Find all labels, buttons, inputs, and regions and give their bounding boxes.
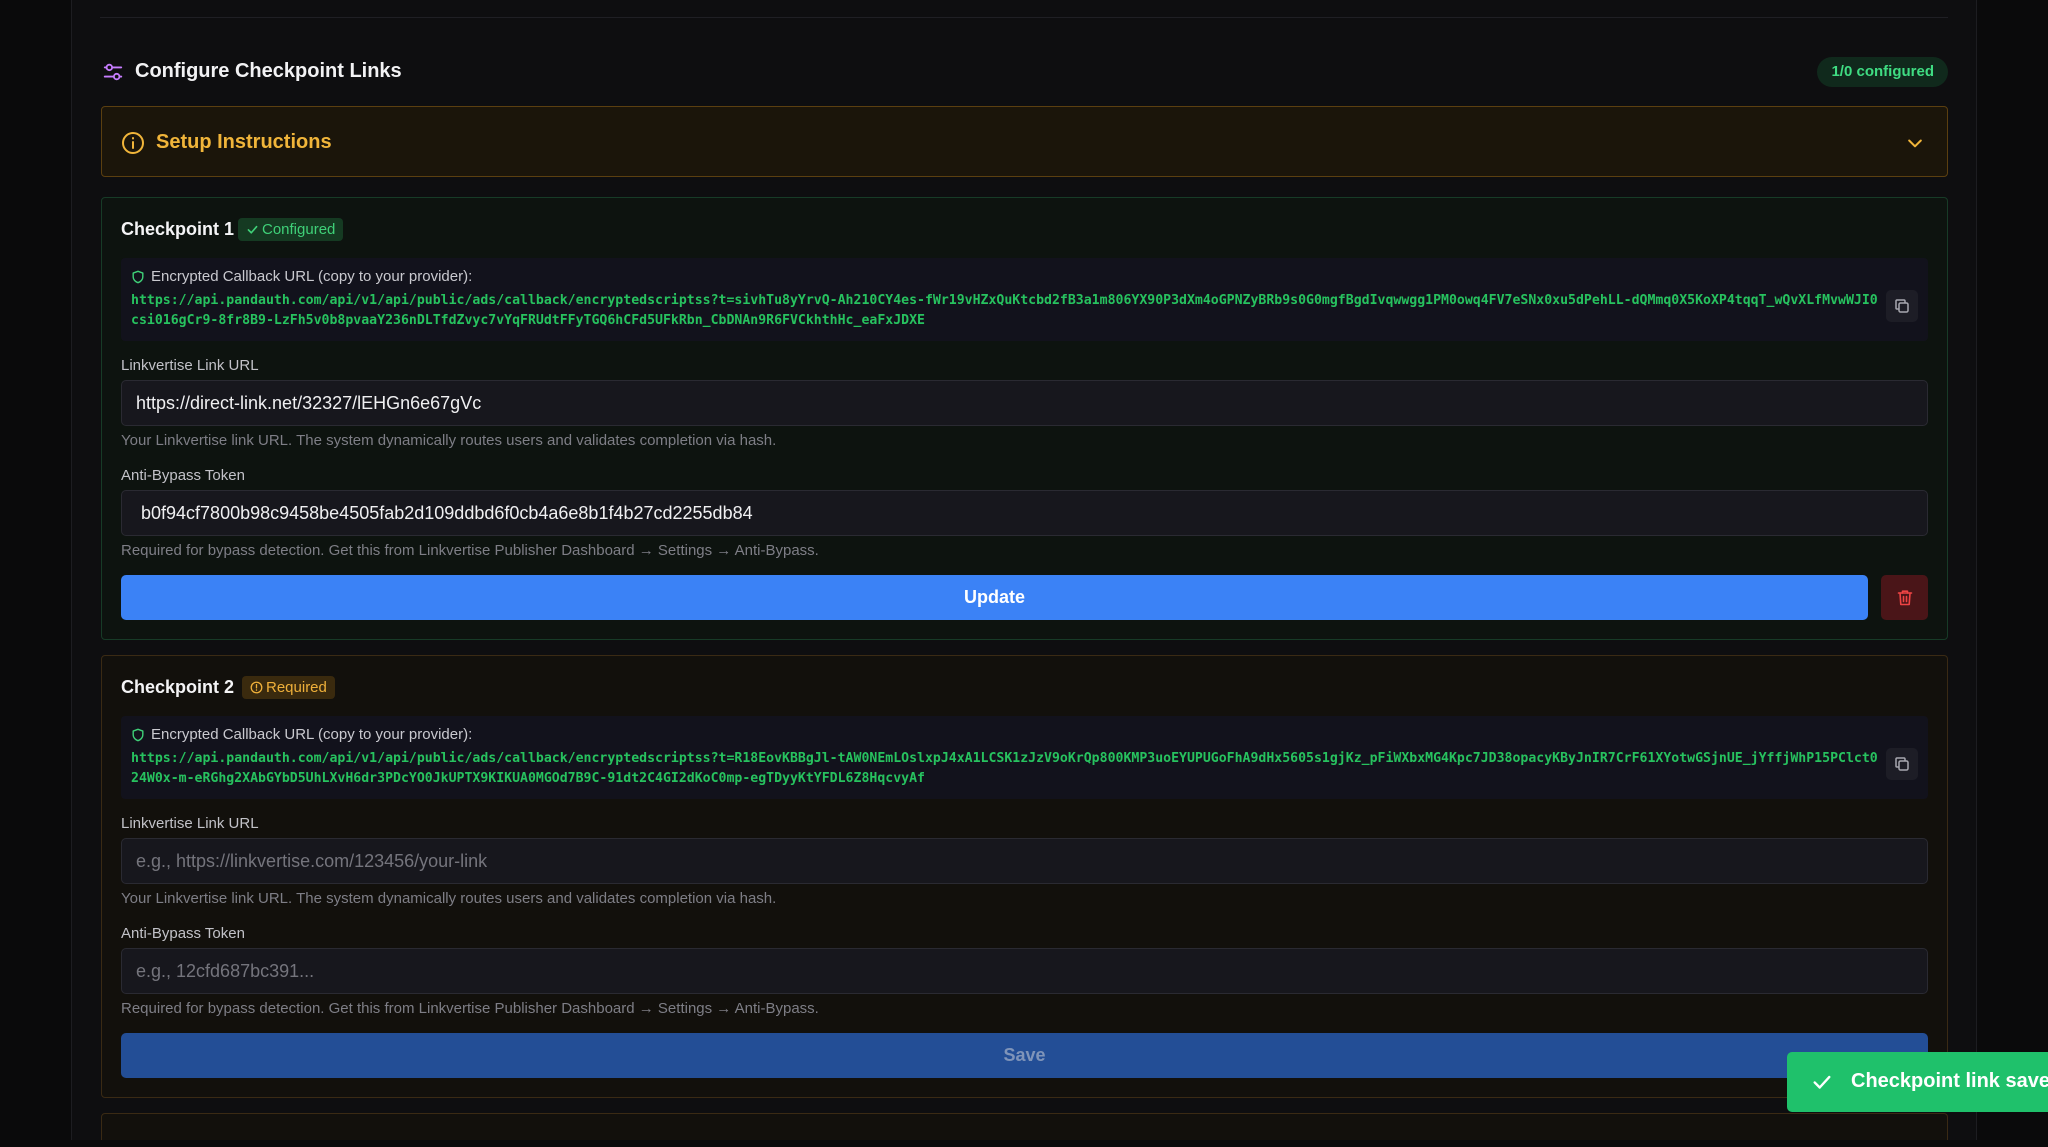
section-divider xyxy=(100,17,1948,18)
callback-url-label: Encrypted Callback URL (copy to your pro… xyxy=(131,268,472,285)
setup-instructions-title: Setup Instructions xyxy=(156,131,332,153)
linkvertise-url-label: Linkvertise Link URL xyxy=(121,357,259,374)
callback-url-box: Encrypted Callback URL (copy to your pro… xyxy=(121,716,1928,799)
delete-checkpoint-button[interactable] xyxy=(1881,575,1928,620)
info-circle-icon xyxy=(122,132,144,154)
viewport-bottom-edge xyxy=(0,1140,2048,1147)
trash-icon xyxy=(1897,590,1913,606)
callback-url-label-text: Encrypted Callback URL (copy to your pro… xyxy=(151,726,473,743)
check-icon xyxy=(247,225,258,234)
callback-url-value[interactable]: https://api.pandauth.com/api/v1/api/publ… xyxy=(131,291,1883,331)
callback-url-label: Encrypted Callback URL (copy to your pro… xyxy=(131,726,472,743)
anti-bypass-token-hint: Required for bypass detection. Get this … xyxy=(121,542,819,559)
anti-bypass-token-input[interactable] xyxy=(121,490,1928,536)
checkpoint-card-2: Checkpoint 2 Required Encrypted Callback… xyxy=(101,655,1948,1098)
save-button[interactable]: Save xyxy=(121,1033,1928,1078)
copy-icon xyxy=(1895,757,1909,771)
checkpoint-title: Checkpoint 1 xyxy=(121,219,235,239)
callback-url-value[interactable]: https://api.pandauth.com/api/v1/api/publ… xyxy=(131,749,1883,789)
linkvertise-url-hint: Your Linkvertise link URL. The system dy… xyxy=(121,890,777,907)
linkvertise-url-input[interactable] xyxy=(121,838,1928,884)
anti-bypass-token-hint: Required for bypass detection. Get this … xyxy=(121,1000,819,1017)
checkpoint-card-1: Checkpoint 1 Configured Encrypted Callba… xyxy=(101,197,1948,640)
copy-icon xyxy=(1895,299,1909,313)
alert-circle-icon xyxy=(250,681,263,694)
anti-bypass-token-label: Anti-Bypass Token xyxy=(121,467,245,484)
page-title: Configure Checkpoint Links xyxy=(135,60,402,82)
copy-callback-button[interactable] xyxy=(1886,290,1918,322)
callback-url-label-text: Encrypted Callback URL (copy to your pro… xyxy=(151,268,473,285)
status-badge-required: Required xyxy=(242,676,335,699)
success-toast[interactable]: Checkpoint link saved xyxy=(1787,1052,2048,1112)
update-button[interactable]: Update xyxy=(121,575,1868,620)
status-badge-label: Configured xyxy=(262,221,336,238)
setup-instructions-toggle[interactable]: Setup Instructions xyxy=(101,106,1948,177)
anti-bypass-token-input[interactable] xyxy=(121,948,1928,994)
check-icon xyxy=(1813,1075,1831,1089)
sliders-icon xyxy=(103,63,123,81)
linkvertise-url-input[interactable] xyxy=(121,380,1928,426)
shield-icon xyxy=(132,728,144,742)
status-badge-label: Required xyxy=(266,679,327,696)
callback-url-box: Encrypted Callback URL (copy to your pro… xyxy=(121,258,1928,341)
linkvertise-url-label: Linkvertise Link URL xyxy=(121,815,259,832)
chevron-down-icon[interactable] xyxy=(1905,133,1925,153)
anti-bypass-token-label: Anti-Bypass Token xyxy=(121,925,245,942)
checkpoint-links-header: Configure Checkpoint Links 1/0 configure… xyxy=(102,56,1948,88)
copy-callback-button[interactable] xyxy=(1886,748,1918,780)
status-badge-configured: Configured xyxy=(238,218,344,241)
linkvertise-url-hint: Your Linkvertise link URL. The system dy… xyxy=(121,432,777,449)
shield-icon xyxy=(132,270,144,284)
checkpoint-title: Checkpoint 2 xyxy=(121,677,235,697)
toast-message: Checkpoint link saved xyxy=(1851,1070,2048,1092)
configured-count-badge: 1/0 configured xyxy=(1817,57,1948,87)
